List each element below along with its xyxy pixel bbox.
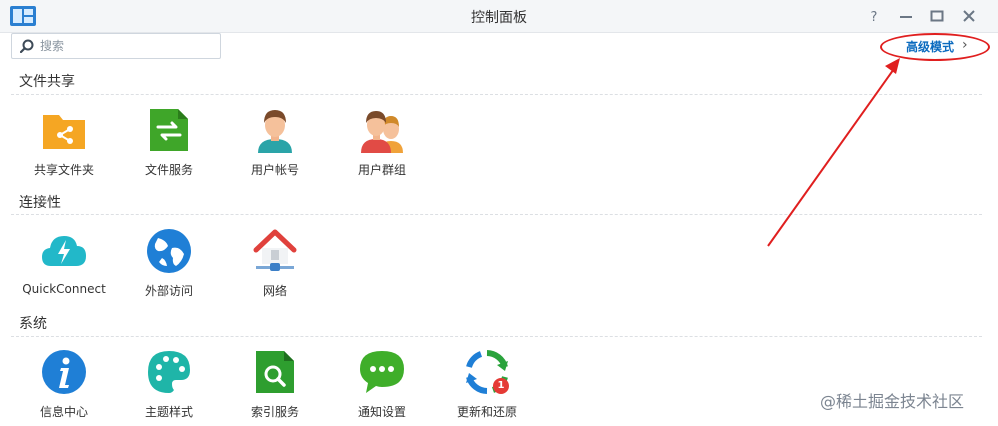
advanced-mode-link[interactable]: 高级模式 bbox=[906, 38, 954, 55]
item-label: 主题样式 bbox=[144, 405, 193, 419]
item-label: 外部访问 bbox=[144, 284, 193, 298]
search-box[interactable] bbox=[11, 33, 221, 59]
file-services-item[interactable]: 文件服务 bbox=[119, 105, 219, 178]
title-bar: 控制面板 ? bbox=[0, 0, 998, 33]
file-services-icon bbox=[150, 109, 188, 151]
item-label: 网络 bbox=[262, 284, 287, 298]
external-access-icon bbox=[147, 229, 191, 273]
info-center-item[interactable]: 信息中心 bbox=[14, 347, 114, 420]
notification-badge: 1 bbox=[493, 378, 509, 394]
notification-item[interactable]: 通知设置 bbox=[332, 347, 432, 420]
item-label: 用户群组 bbox=[357, 163, 406, 177]
help-icon[interactable]: ? bbox=[864, 6, 884, 26]
network-icon bbox=[253, 229, 297, 271]
user-group-item[interactable]: 用户群组 bbox=[332, 105, 432, 178]
network-item[interactable]: 网络 bbox=[225, 226, 325, 299]
item-label: 更新和还原 bbox=[456, 405, 517, 419]
window-title: 控制面板 bbox=[471, 10, 527, 26]
section-divider bbox=[11, 214, 982, 215]
info-center-icon bbox=[42, 350, 86, 394]
notification-icon bbox=[360, 351, 404, 393]
close-icon[interactable] bbox=[959, 6, 979, 26]
maximize-icon[interactable] bbox=[927, 6, 947, 26]
section-title-connectivity: 连接性 bbox=[19, 195, 61, 211]
external-access-item[interactable]: 外部访问 bbox=[119, 226, 219, 299]
shared-folder-icon bbox=[43, 115, 85, 149]
shared-folder-item[interactable]: 共享文件夹 bbox=[14, 105, 114, 178]
section-divider bbox=[11, 336, 982, 337]
item-label: QuickConnect bbox=[22, 282, 106, 296]
user-account-item[interactable]: 用户帐号 bbox=[225, 105, 325, 178]
search-input[interactable] bbox=[40, 36, 215, 56]
svg-text:?: ? bbox=[871, 10, 878, 25]
chevron-right-icon[interactable]: › bbox=[962, 37, 968, 53]
quickconnect-item[interactable]: QuickConnect bbox=[14, 226, 114, 296]
section-title-file-sharing: 文件共享 bbox=[19, 74, 75, 90]
user-icon bbox=[258, 110, 292, 153]
item-label: 文件服务 bbox=[144, 163, 193, 177]
minimize-icon[interactable] bbox=[896, 6, 916, 26]
watermark: @稀土掘金技术社区 bbox=[820, 392, 965, 411]
theme-item[interactable]: 主题样式 bbox=[119, 347, 219, 420]
section-divider bbox=[11, 94, 982, 95]
indexing-service-item[interactable]: 索引服务 bbox=[225, 347, 325, 420]
group-icon bbox=[361, 111, 403, 153]
quickconnect-icon bbox=[42, 236, 86, 266]
item-label: 共享文件夹 bbox=[33, 163, 94, 177]
item-label: 信息中心 bbox=[39, 405, 88, 419]
update-restore-item[interactable]: 1 更新和还原 bbox=[437, 347, 537, 420]
section-title-system: 系统 bbox=[19, 316, 47, 332]
indexing-service-icon bbox=[256, 351, 294, 393]
item-label: 通知设置 bbox=[357, 405, 406, 419]
theme-icon bbox=[148, 351, 190, 393]
item-label: 用户帐号 bbox=[250, 163, 299, 177]
search-icon bbox=[20, 39, 34, 53]
item-label: 索引服务 bbox=[250, 405, 299, 419]
